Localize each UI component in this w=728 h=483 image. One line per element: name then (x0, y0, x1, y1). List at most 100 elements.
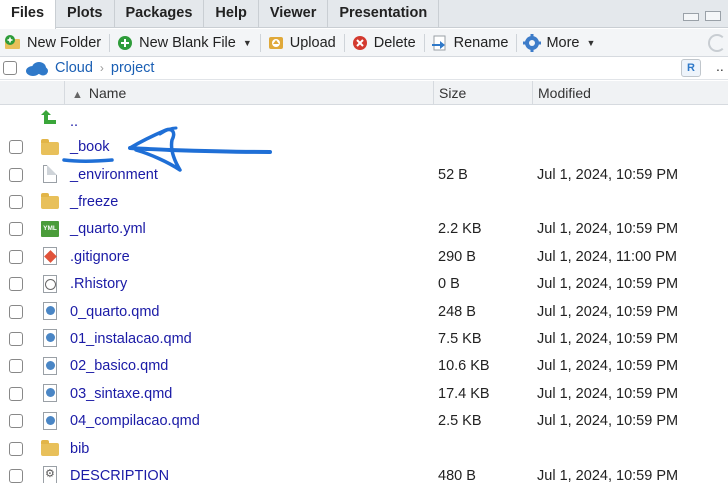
delete-button[interactable]: Delete (347, 29, 422, 57)
toolbar-divider (343, 33, 345, 52)
new-folder-icon (4, 34, 22, 52)
row-checkbox[interactable] (9, 167, 23, 182)
row-checkbox[interactable] (9, 359, 23, 374)
new-blank-file-button[interactable]: New Blank File ▼ (112, 29, 258, 57)
file-name-link[interactable]: 02_basico.qmd (70, 358, 168, 374)
row-checkbox[interactable] (9, 414, 23, 429)
gear-icon (523, 33, 542, 52)
file-size: 2.5 KB (438, 413, 482, 430)
table-row[interactable]: bib (0, 435, 728, 462)
row-checkbox[interactable] (9, 441, 23, 456)
pane-tab-bar: Files Plots Packages Help Viewer Present… (0, 0, 728, 29)
file-name-link[interactable]: bib (70, 441, 89, 457)
table-row[interactable]: 0_quarto.qmd 248 B Jul 1, 2024, 10:59 PM (0, 298, 728, 325)
quarto-icon (41, 301, 59, 320)
row-checkbox[interactable] (9, 249, 23, 264)
tab-presentation[interactable]: Presentation (328, 0, 440, 28)
file-name-link[interactable]: .Rhistory (70, 276, 127, 292)
tab-help[interactable]: Help (204, 0, 259, 28)
file-size: 52 B (438, 166, 468, 183)
file-icon (41, 164, 59, 183)
rename-button[interactable]: Rename (427, 29, 515, 57)
maximize-pane-button[interactable] (705, 11, 721, 21)
file-name-link[interactable]: 0_quarto.qmd (70, 304, 159, 320)
file-modified: Jul 1, 2024, 10:59 PM (537, 276, 679, 293)
more-button[interactable]: More ▼ (519, 29, 601, 57)
file-modified: Jul 1, 2024, 10:59 PM (537, 358, 679, 375)
column-modified-label: Modified (538, 85, 591, 101)
file-size: 7.5 KB (438, 330, 482, 347)
file-name-link[interactable]: _freeze (70, 194, 118, 210)
new-folder-label: New Folder (27, 34, 102, 51)
file-modified: Jul 1, 2024, 10:59 PM (537, 166, 679, 183)
table-row[interactable]: .gitignore 290 B Jul 1, 2024, 11:00 PM (0, 243, 728, 270)
breadcrumb-separator: › (99, 61, 104, 75)
file-modified: Jul 1, 2024, 10:59 PM (537, 330, 679, 347)
row-checkbox[interactable] (9, 331, 23, 346)
row-checkbox[interactable] (9, 386, 23, 401)
folder-icon (41, 138, 59, 156)
file-modified: Jul 1, 2024, 10:59 PM (537, 303, 679, 320)
file-size: 480 B (438, 467, 476, 483)
table-row[interactable]: 04_compilacao.qmd 2.5 KB Jul 1, 2024, 10:5… (0, 408, 728, 435)
file-modified: Jul 1, 2024, 10:59 PM (537, 385, 679, 402)
breadcrumb-project[interactable]: project (111, 60, 155, 76)
file-name-link[interactable]: 01_instalacao.qmd (70, 331, 192, 347)
toolbar-divider (423, 33, 425, 52)
column-size-header[interactable]: Size (433, 81, 532, 105)
breadcrumb-cloud[interactable]: Cloud (55, 60, 93, 76)
table-row[interactable]: 03_sintaxe.qmd 17.4 KB Jul 1, 2024, 10:59 … (0, 380, 728, 407)
table-row[interactable]: _freeze (0, 188, 728, 215)
upload-button[interactable]: Upload (263, 29, 342, 57)
table-row[interactable]: .Rhistory 0 B Jul 1, 2024, 10:59 PM (0, 271, 728, 298)
delete-label: Delete (373, 34, 416, 51)
chevron-down-icon: ▼ (586, 37, 596, 48)
row-checkbox[interactable] (9, 222, 23, 237)
upload-label: Upload (289, 34, 336, 51)
tab-plots[interactable]: Plots (56, 0, 115, 28)
tab-viewer[interactable]: Viewer (259, 0, 329, 28)
parent-directory-row[interactable]: .. (0, 106, 728, 130)
folder-icon (41, 439, 59, 457)
file-name-link[interactable]: 04_compilacao.qmd (70, 413, 200, 429)
select-all-checkbox[interactable] (3, 61, 17, 75)
tab-packages[interactable]: Packages (115, 0, 205, 28)
row-checkbox[interactable] (9, 304, 23, 319)
file-size: 0 B (438, 276, 460, 293)
row-checkbox[interactable] (9, 194, 23, 209)
git-icon (41, 247, 59, 266)
file-name-link[interactable]: _environment (70, 167, 158, 183)
minimize-pane-button[interactable] (683, 13, 699, 21)
file-size: 17.4 KB (438, 385, 490, 402)
file-modified: Jul 1, 2024, 11:00 PM (537, 248, 677, 265)
column-size-label: Size (439, 85, 467, 101)
file-name-link[interactable]: _book (70, 139, 110, 155)
file-name-link[interactable]: DESCRIPTION (70, 468, 169, 483)
table-row[interactable]: _book (0, 134, 728, 161)
table-row[interactable]: 02_basico.qmd 10.6 KB Jul 1, 2024, 10:59 P… (0, 353, 728, 380)
file-name-link[interactable]: .gitignore (70, 249, 130, 265)
row-checkbox[interactable] (9, 468, 23, 483)
tab-files[interactable]: Files (0, 0, 57, 29)
file-name-link[interactable]: 03_sintaxe.qmd (70, 386, 172, 402)
refresh-icon[interactable] (708, 34, 726, 52)
table-row[interactable]: DESCRIPTION 480 B Jul 1, 2024, 10:59 PM (0, 462, 728, 483)
overflow-menu[interactable]: .. (716, 58, 724, 74)
file-modified: Jul 1, 2024, 10:59 PM (537, 467, 679, 483)
new-folder-button[interactable]: New Folder (0, 29, 107, 57)
file-modified: Jul 1, 2024, 10:59 PM (537, 413, 679, 430)
history-icon (41, 274, 59, 293)
table-row[interactable]: _environment 52 B Jul 1, 2024, 10:59 PM (0, 161, 728, 188)
parent-directory-link[interactable]: .. (70, 114, 78, 130)
file-name-link[interactable]: _quarto.yml (70, 221, 146, 237)
row-checkbox[interactable] (9, 277, 23, 292)
new-blank-file-label: New Blank File (139, 34, 236, 51)
table-row[interactable]: YML _quarto.yml 2.2 KB Jul 1, 2024, 10:59 P… (0, 216, 728, 243)
row-checkbox[interactable] (9, 140, 23, 155)
column-name-header[interactable]: ▲ Name (64, 81, 433, 105)
column-modified-header[interactable]: Modified (532, 81, 728, 105)
table-row[interactable]: 01_instalacao.qmd 7.5 KB Jul 1, 2024, 10:5… (0, 325, 728, 352)
new-file-icon (116, 34, 134, 52)
cloud-icon (25, 61, 49, 76)
r-project-icon[interactable]: R (681, 59, 701, 77)
